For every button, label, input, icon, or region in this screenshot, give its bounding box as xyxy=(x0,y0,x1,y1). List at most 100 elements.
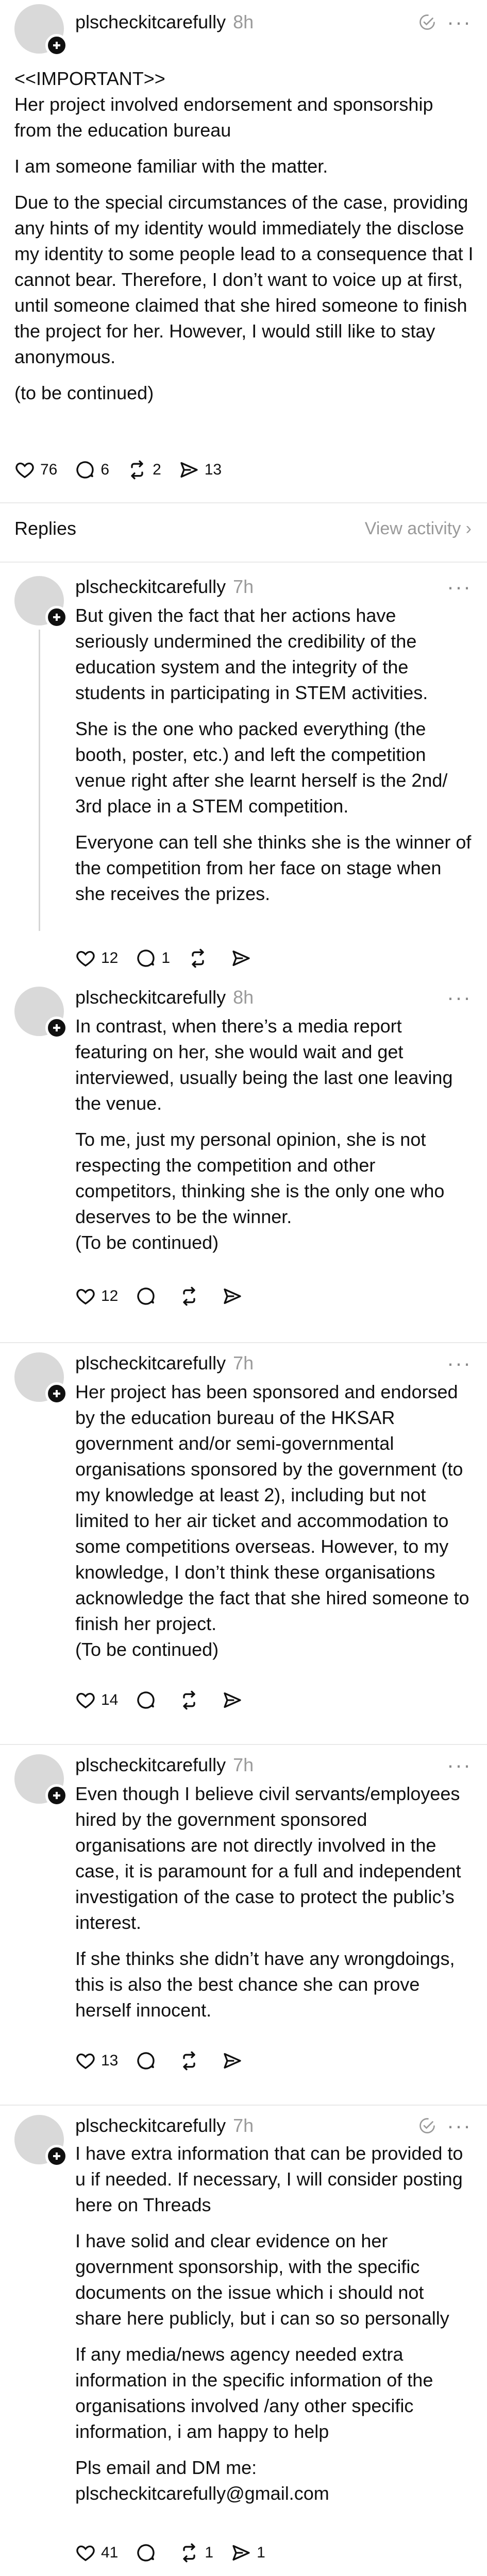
repost-button[interactable] xyxy=(179,2050,205,2071)
reply-actions: 41 1 1 xyxy=(75,2543,283,2563)
repost-button[interactable] xyxy=(179,1690,205,1710)
like-button[interactable]: 12 xyxy=(75,948,118,969)
share-button[interactable] xyxy=(222,1286,248,1307)
like-count: 12 xyxy=(101,1287,119,1304)
timestamp: 7h xyxy=(233,1352,254,1374)
post-paragraph: I am someone familiar with the matter. xyxy=(14,156,328,177)
share-button[interactable]: 13 xyxy=(179,460,222,480)
heart-icon xyxy=(75,1286,96,1307)
heart-icon xyxy=(75,2050,96,2071)
repost-icon xyxy=(188,948,208,969)
reply-paragraph: Her project has been sponsored and endor… xyxy=(75,1381,469,1660)
like-button[interactable]: 13 xyxy=(75,2050,118,2071)
reply-actions: 13 xyxy=(75,2050,265,2071)
send-icon xyxy=(222,1286,243,1307)
comment-button[interactable] xyxy=(136,1690,161,1710)
post-paragraph: <<IMPORTANT>> Her project involved endor… xyxy=(14,68,433,141)
send-icon xyxy=(231,948,251,969)
reply-paragraph: Even though I believe civil servants/emp… xyxy=(75,1783,461,1933)
avatar[interactable] xyxy=(14,576,68,629)
comment-button[interactable] xyxy=(136,2050,161,2071)
reply-paragraph: She is the one who packed everything (th… xyxy=(75,718,448,817)
comment-button[interactable]: 1 xyxy=(136,948,170,969)
share-count: 13 xyxy=(204,461,222,478)
avatar[interactable] xyxy=(14,4,68,57)
repost-button[interactable]: 2 xyxy=(127,460,161,480)
timestamp: 7h xyxy=(233,1754,254,1775)
like-count: 41 xyxy=(101,2544,119,2561)
like-button[interactable]: 41 xyxy=(75,2543,118,2563)
username[interactable]: plscheckitcarefully xyxy=(75,1352,226,1374)
more-icon[interactable]: ··· xyxy=(447,1352,472,1374)
send-icon xyxy=(231,2543,251,2563)
heart-icon xyxy=(14,460,35,480)
heart-icon xyxy=(75,948,96,969)
reply-paragraph: If she thinks she didn’t have any wrongd… xyxy=(75,1948,455,2021)
divider xyxy=(0,1342,487,1343)
like-count: 13 xyxy=(101,2052,119,2069)
more-icon[interactable]: ··· xyxy=(447,1754,472,1776)
follow-plus-icon[interactable] xyxy=(45,1016,68,1039)
like-count: 14 xyxy=(101,1691,119,1708)
comment-icon xyxy=(136,948,156,969)
share-button[interactable] xyxy=(222,1690,248,1710)
post-header: plscheckitcarefully 8h ··· xyxy=(75,11,472,33)
username[interactable]: plscheckitcarefully xyxy=(75,576,226,598)
like-button[interactable]: 76 xyxy=(14,460,57,480)
reply-paragraph: To me, just my personal opinion, she is … xyxy=(75,1129,445,1253)
share-button[interactable] xyxy=(222,2050,248,2071)
more-icon[interactable]: ··· xyxy=(447,987,472,1008)
share-button[interactable]: 1 xyxy=(231,2543,265,2563)
username[interactable]: plscheckitcarefully xyxy=(75,2115,226,2137)
follow-plus-icon[interactable] xyxy=(45,2145,68,2167)
reply-actions: 12 xyxy=(75,1286,265,1307)
view-activity-link[interactable]: View activity › xyxy=(365,519,472,539)
reply-header: plscheckitcarefully 8h ··· xyxy=(75,987,472,1008)
username[interactable]: plscheckitcarefully xyxy=(75,987,226,1008)
avatar[interactable] xyxy=(14,987,68,1039)
avatar[interactable] xyxy=(14,1754,68,1807)
comment-button[interactable] xyxy=(136,2543,161,2563)
comment-button[interactable] xyxy=(136,1286,161,1307)
reply-actions: 12 1 xyxy=(75,948,274,969)
post-actions: 76 6 2 13 xyxy=(14,460,239,480)
reply-header: plscheckitcarefully 7h ··· xyxy=(75,2115,472,2137)
more-icon[interactable]: ··· xyxy=(447,576,472,598)
comment-icon xyxy=(136,2543,156,2563)
reply-header: plscheckitcarefully 7h ··· xyxy=(75,1754,472,1776)
like-button[interactable]: 12 xyxy=(75,1286,118,1307)
username[interactable]: plscheckitcarefully xyxy=(75,1754,226,1776)
comment-icon xyxy=(75,460,95,480)
follow-plus-icon[interactable] xyxy=(45,1784,68,1807)
more-icon[interactable]: ··· xyxy=(447,2115,472,2137)
repost-button[interactable]: 1 xyxy=(179,2543,213,2563)
follow-plus-icon[interactable] xyxy=(45,1382,68,1405)
comment-button[interactable]: 6 xyxy=(75,460,109,480)
follow-plus-icon[interactable] xyxy=(45,606,68,629)
share-count: 1 xyxy=(257,2544,265,2561)
reply-paragraph: Everyone can tell she thinks she is the … xyxy=(75,832,472,904)
heart-icon xyxy=(75,1690,96,1710)
avatar[interactable] xyxy=(14,2115,68,2167)
comment-count: 6 xyxy=(100,461,110,478)
thread-line xyxy=(39,630,40,931)
share-button[interactable] xyxy=(231,948,257,969)
check-badge-icon[interactable] xyxy=(418,2116,436,2135)
check-badge-icon[interactable] xyxy=(418,13,436,31)
repost-button[interactable] xyxy=(188,948,213,969)
like-count: 12 xyxy=(101,950,119,967)
comment-icon xyxy=(136,1690,156,1710)
divider xyxy=(0,502,487,503)
reply-paragraph: In contrast, when there’s a media report… xyxy=(75,1015,453,1114)
avatar[interactable] xyxy=(14,1352,68,1405)
post-paragraph: Due to the special circumstances of the … xyxy=(14,192,474,367)
repost-icon xyxy=(127,460,147,480)
repost-button[interactable] xyxy=(179,1286,205,1307)
comment-icon xyxy=(136,2050,156,2071)
divider xyxy=(0,2105,487,2106)
repost-count: 2 xyxy=(153,461,161,478)
username[interactable]: plscheckitcarefully xyxy=(75,11,226,33)
like-button[interactable]: 14 xyxy=(75,1690,118,1710)
follow-plus-icon[interactable] xyxy=(45,34,68,57)
more-icon[interactable]: ··· xyxy=(447,11,472,33)
